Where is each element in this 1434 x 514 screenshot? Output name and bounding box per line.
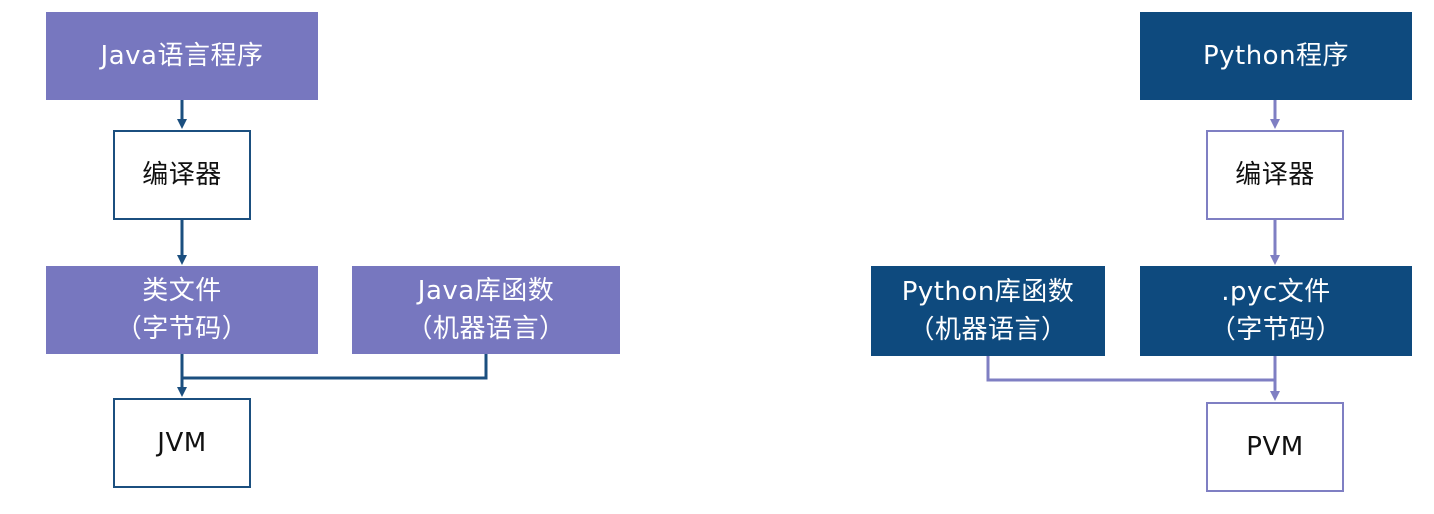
- jvm-box: JVM: [113, 398, 251, 488]
- java-program-label: Java语言程序: [100, 41, 264, 71]
- java-compiler-label: 编译器: [142, 160, 222, 190]
- python-program-box: Python程序: [1140, 12, 1412, 100]
- java-program-box: Java语言程序: [46, 12, 318, 100]
- java-class-file-box: 类文件 （字节码）: [46, 266, 318, 354]
- python-pyc-file-box: .pyc文件 （字节码）: [1140, 266, 1412, 356]
- pvm-label: PVM: [1246, 432, 1304, 462]
- jvm-label: JVM: [157, 428, 207, 458]
- pvm-box: PVM: [1206, 402, 1344, 492]
- java-library-box: Java库函数 （机器语言）: [352, 266, 620, 354]
- java-library-sublabel: （机器语言）: [406, 314, 566, 344]
- connector-python-library-to-pvm: [986, 356, 1275, 382]
- python-pyc-file-label: .pyc文件: [1221, 277, 1331, 307]
- python-library-label: Python库函数: [901, 277, 1075, 307]
- java-class-file-sublabel: （字节码）: [115, 314, 249, 344]
- compilation-flow-diagram: Java语言程序 编译器 类文件 （字节码） Java库函数 （机器语言） JV…: [0, 0, 1434, 514]
- python-compiler-label: 编译器: [1235, 160, 1315, 190]
- java-compiler-box: 编译器: [113, 130, 251, 220]
- python-library-sublabel: （机器语言）: [908, 315, 1068, 345]
- java-class-file-label: 类文件: [142, 276, 222, 306]
- java-library-label: Java库函数: [417, 276, 555, 306]
- connector-java-library-to-jvm: [182, 354, 488, 380]
- python-pyc-file-sublabel: （字节码）: [1209, 315, 1343, 345]
- python-library-box: Python库函数 （机器语言）: [871, 266, 1105, 356]
- python-program-label: Python程序: [1202, 41, 1350, 71]
- python-compiler-box: 编译器: [1206, 130, 1344, 220]
